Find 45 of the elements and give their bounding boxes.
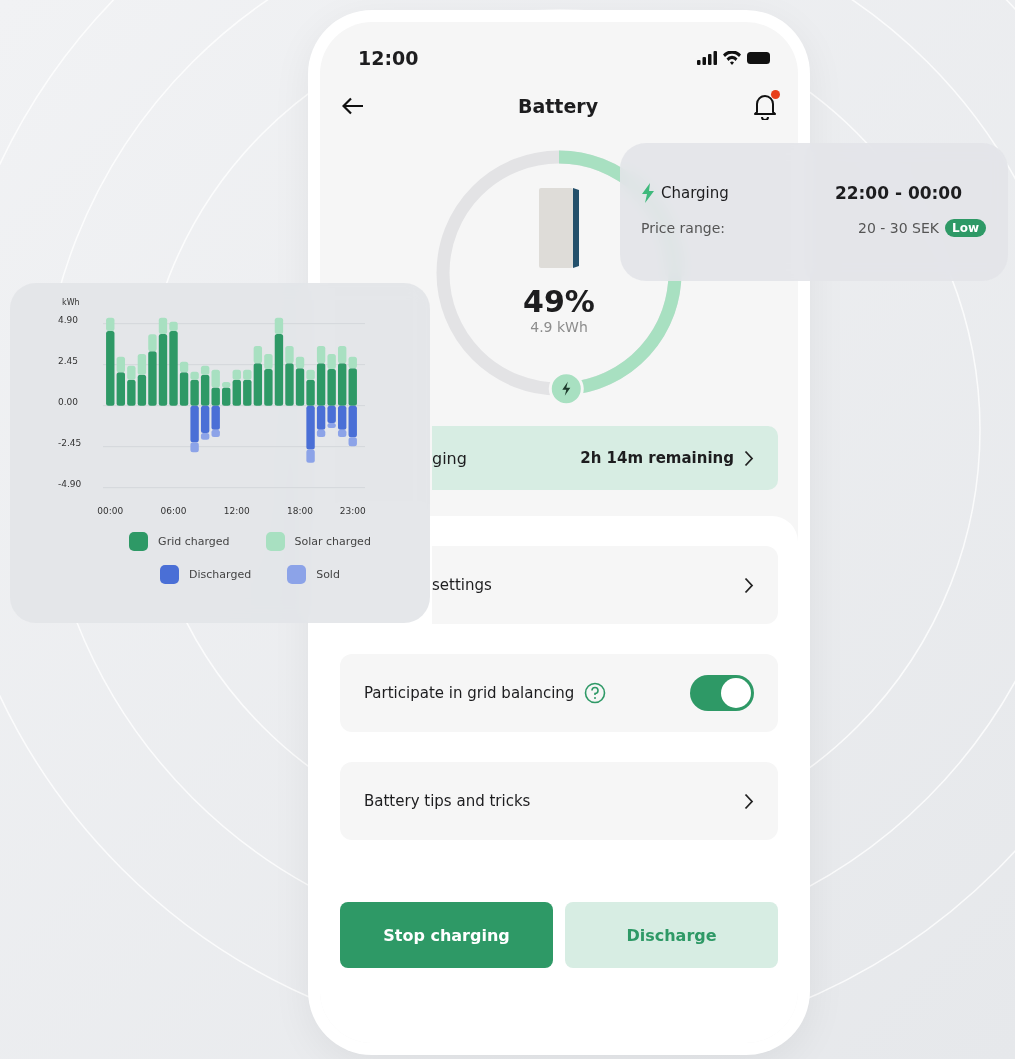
help-icon[interactable] bbox=[584, 682, 607, 704]
charge-energy: 4.9 kWh bbox=[530, 319, 588, 335]
axis-unit: kWh bbox=[62, 298, 80, 307]
legend-label: Discharged bbox=[189, 567, 252, 581]
axis-label: 4.90 bbox=[58, 314, 79, 325]
notification-button[interactable] bbox=[752, 92, 778, 120]
legend-label: Solar charged bbox=[294, 534, 371, 548]
chevron-right-icon bbox=[744, 449, 754, 467]
row-label: settings bbox=[432, 576, 492, 594]
wifi-icon bbox=[723, 51, 741, 65]
signal-icon bbox=[697, 50, 717, 66]
charging-status: Charging bbox=[661, 184, 730, 202]
axis-label: 00:00 bbox=[97, 505, 124, 516]
axis-label: 18:00 bbox=[287, 505, 313, 516]
legend-label: Grid charged bbox=[158, 534, 230, 548]
axis-label: -2.45 bbox=[58, 437, 82, 448]
price-level-badge: Low bbox=[945, 219, 986, 237]
axis-label: 0.00 bbox=[58, 396, 79, 407]
remaining-time: 2h 14m remaining bbox=[580, 449, 734, 467]
axis-label: 2.45 bbox=[58, 355, 79, 366]
row-label: Participate in grid balancing bbox=[364, 684, 575, 702]
back-button[interactable] bbox=[342, 97, 364, 115]
status-time: 12:00 bbox=[358, 47, 419, 69]
axis-label: 23:00 bbox=[339, 505, 366, 516]
axis-label: -4.90 bbox=[58, 478, 82, 489]
settings-row[interactable]: settings bbox=[432, 546, 778, 624]
action-button[interactable]: Stop charging bbox=[340, 902, 553, 968]
settings-row[interactable]: Battery tips and tricks bbox=[340, 762, 778, 840]
price-value: 20 - 30 SEK bbox=[858, 220, 939, 236]
legend-label: Sold bbox=[316, 567, 340, 581]
chevron-right-icon bbox=[744, 576, 754, 594]
price-label: Price range: bbox=[641, 220, 727, 236]
bolt-icon bbox=[548, 371, 584, 404]
screen-title: Battery bbox=[517, 95, 599, 117]
bolt-icon bbox=[641, 183, 655, 203]
battery-icon bbox=[747, 52, 770, 64]
charging-status-row[interactable]: ging 2h 14m remaining bbox=[432, 426, 778, 490]
row-label: Battery tips and tricks bbox=[364, 792, 531, 810]
axis-label: 06:00 bbox=[160, 505, 187, 516]
time-range: 22:00 - 00:00 bbox=[834, 183, 962, 203]
chevron-right-icon bbox=[744, 792, 754, 810]
axis-label: 12:00 bbox=[223, 505, 250, 516]
row-label: ging bbox=[432, 448, 468, 468]
toggle-switch[interactable] bbox=[690, 675, 754, 711]
charge-percent: 49% bbox=[523, 284, 595, 319]
